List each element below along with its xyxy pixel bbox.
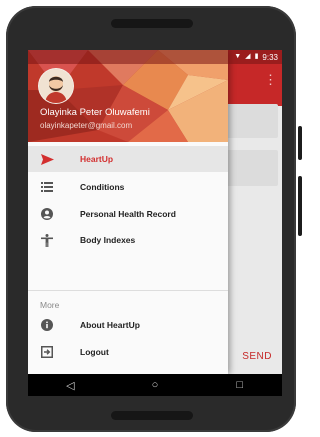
menu-item-about-heartup[interactable]: About HeartUp [28,312,228,338]
back-button[interactable]: ◁ [60,379,80,392]
logout-icon [40,345,54,359]
section-divider [28,290,228,291]
background-card [224,150,278,186]
volume-button [298,176,302,236]
wifi-icon: ▼ [234,53,242,60]
send-button[interactable]: SEND [242,351,272,362]
user-email: olayinkapeter@gmail.com [40,121,133,130]
accessibility-icon [40,233,54,247]
navigation-drawer: Olayinka Peter Oluwafemi olayinkapeter@g… [28,50,228,374]
battery-icon: ▮ [254,53,259,60]
menu-item-conditions[interactable]: Conditions [28,174,228,200]
user-avatar[interactable] [38,68,74,104]
status-time: 9:33 [262,52,278,62]
list-icon [40,180,54,194]
menu-item-label: Personal Health Record [80,209,176,219]
menu-item-label: Conditions [80,182,125,192]
recents-button[interactable]: □ [230,379,250,391]
account-circle-icon [40,207,54,221]
menu-item-label: HeartUp [80,154,114,164]
menu-item-personal-health-record[interactable]: Personal Health Record [28,201,228,227]
home-button[interactable]: ○ [145,379,165,391]
send-icon [40,152,54,166]
status-bar: ▼ ◢ ▮ 9:33 [28,50,282,64]
signal-icon: ◢ [245,53,251,60]
menu-item-heartup[interactable]: HeartUp [28,146,228,172]
info-icon [40,318,54,332]
system-nav-bar: ◁ ○ □ [28,374,282,396]
user-name: Olayinka Peter Oluwafemi [40,107,150,118]
menu-item-body-indexes[interactable]: Body Indexes [28,227,228,253]
menu-item-label: About HeartUp [80,320,140,330]
menu-item-label: Body Indexes [80,235,136,245]
top-speaker [111,19,193,28]
menu-item-logout[interactable]: Logout [28,339,228,365]
background-card [224,104,278,138]
power-button [298,126,302,160]
phone-frame: ⋮ SEND Olayinka Peter Oluwafemi olayinka… [6,6,302,432]
overflow-menu-icon[interactable]: ⋮ [264,72,277,88]
menu-item-label: Logout [80,347,109,357]
screen: ⋮ SEND Olayinka Peter Oluwafemi olayinka… [28,50,282,396]
bottom-speaker [111,411,193,420]
section-label-more: More [40,300,60,310]
